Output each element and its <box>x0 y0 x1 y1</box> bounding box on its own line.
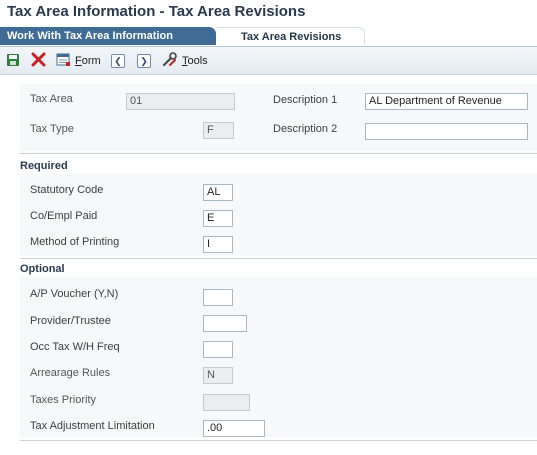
co-empl-paid-label: Co/Empl Paid <box>30 210 98 222</box>
description-1-field[interactable]: AL Department of Revenue <box>365 93 528 110</box>
next-record-button[interactable]: ❯ <box>137 53 151 69</box>
method-of-printing-field[interactable]: I <box>203 236 233 253</box>
taxes-priority-label: Taxes Priority <box>30 394 97 406</box>
occ-tax-freq-label: Occ Tax W/H Freq <box>30 341 120 353</box>
arrearage-rules-label: Arrearage Rules <box>30 367 111 379</box>
divider <box>20 153 537 154</box>
co-empl-paid-field[interactable]: E <box>203 210 233 227</box>
tools-menu[interactable]: Tools <box>162 52 208 70</box>
tax-adjustment-limitation-label: Tax Adjustment Limitation <box>30 420 155 432</box>
chevron-right-icon: ❯ <box>137 54 151 68</box>
divider <box>20 440 537 441</box>
optional-panel <box>20 277 537 437</box>
form-menu[interactable]: Form <box>56 53 101 69</box>
ap-voucher-label: A/P Voucher (Y,N) <box>30 288 119 300</box>
previous-record-button[interactable]: ❮ <box>111 53 125 69</box>
description-2-label: Description 2 <box>273 123 338 135</box>
provider-trustee-field[interactable] <box>203 315 247 332</box>
optional-section-title: Optional <box>20 263 65 275</box>
arrearage-rules-field: N <box>203 367 233 384</box>
tax-type-field: F <box>203 122 234 139</box>
form-menu-label: Form <box>75 55 101 67</box>
chevron-left-icon: ❮ <box>111 54 125 68</box>
occ-tax-freq-field[interactable] <box>203 341 233 358</box>
save-icon <box>6 53 20 70</box>
ap-voucher-field[interactable] <box>203 289 233 306</box>
form-icon <box>56 53 71 70</box>
window-title: Tax Area Information - Tax Area Revision… <box>7 3 306 20</box>
provider-trustee-label: Provider/Trustee <box>30 315 111 327</box>
cancel-button[interactable] <box>31 52 46 70</box>
form-content: Tax Area 01 Tax Type F Description 1 AL … <box>0 76 537 455</box>
tax-area-field: 01 <box>126 93 235 110</box>
tab-work-with-tax-area-information[interactable]: Work With Tax Area Information <box>0 27 216 45</box>
tax-adjustment-limitation-field[interactable]: .00 <box>203 420 265 437</box>
required-section-title: Required <box>20 160 68 172</box>
statutory-code-field[interactable]: AL <box>203 184 233 201</box>
tax-area-label: Tax Area <box>30 93 73 105</box>
taxes-priority-field <box>203 394 250 411</box>
tab-tax-area-revisions[interactable]: Tax Area Revisions <box>217 27 365 45</box>
save-button[interactable] <box>6 53 20 69</box>
description-1-label: Description 1 <box>273 94 338 106</box>
window-title-bar: Tax Area Information - Tax Area Revision… <box>0 0 537 24</box>
description-2-field[interactable] <box>365 123 528 140</box>
method-of-printing-label: Method of Printing <box>30 236 120 248</box>
tab-strip: Work With Tax Area Information Tax Area … <box>0 25 537 45</box>
tools-icon <box>162 52 178 70</box>
statutory-code-label: Statutory Code <box>30 184 104 196</box>
tools-menu-label: Tools <box>182 55 208 67</box>
tax-type-label: Tax Type <box>30 123 74 135</box>
close-icon <box>31 52 46 70</box>
divider <box>20 258 537 259</box>
toolbar: Form ❮ ❯ Tools <box>0 46 537 75</box>
